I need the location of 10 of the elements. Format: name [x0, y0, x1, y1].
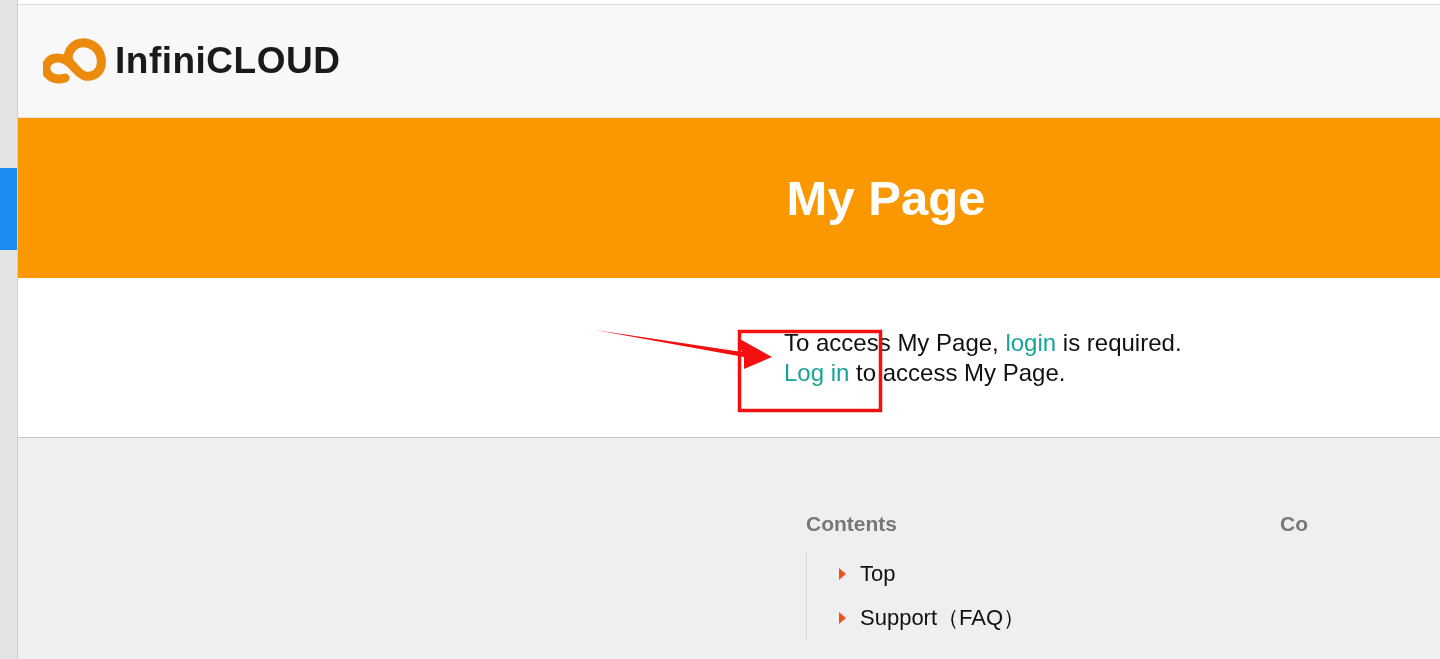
message-text: Log in to access My Page. [784, 358, 1067, 388]
footer-link[interactable]: Support（FAQ） [860, 603, 1026, 633]
footer-heading: Co [1280, 512, 1309, 536]
triangle-bullet-icon [839, 568, 846, 580]
infinity-logo-icon [43, 38, 107, 84]
page-title: My Page [786, 170, 986, 226]
logo-text[interactable]: InfiniCLOUD [115, 40, 341, 82]
footer-heading: Contents [806, 512, 898, 536]
triangle-bullet-icon [839, 612, 846, 624]
footer-link[interactable]: Top [860, 561, 896, 587]
